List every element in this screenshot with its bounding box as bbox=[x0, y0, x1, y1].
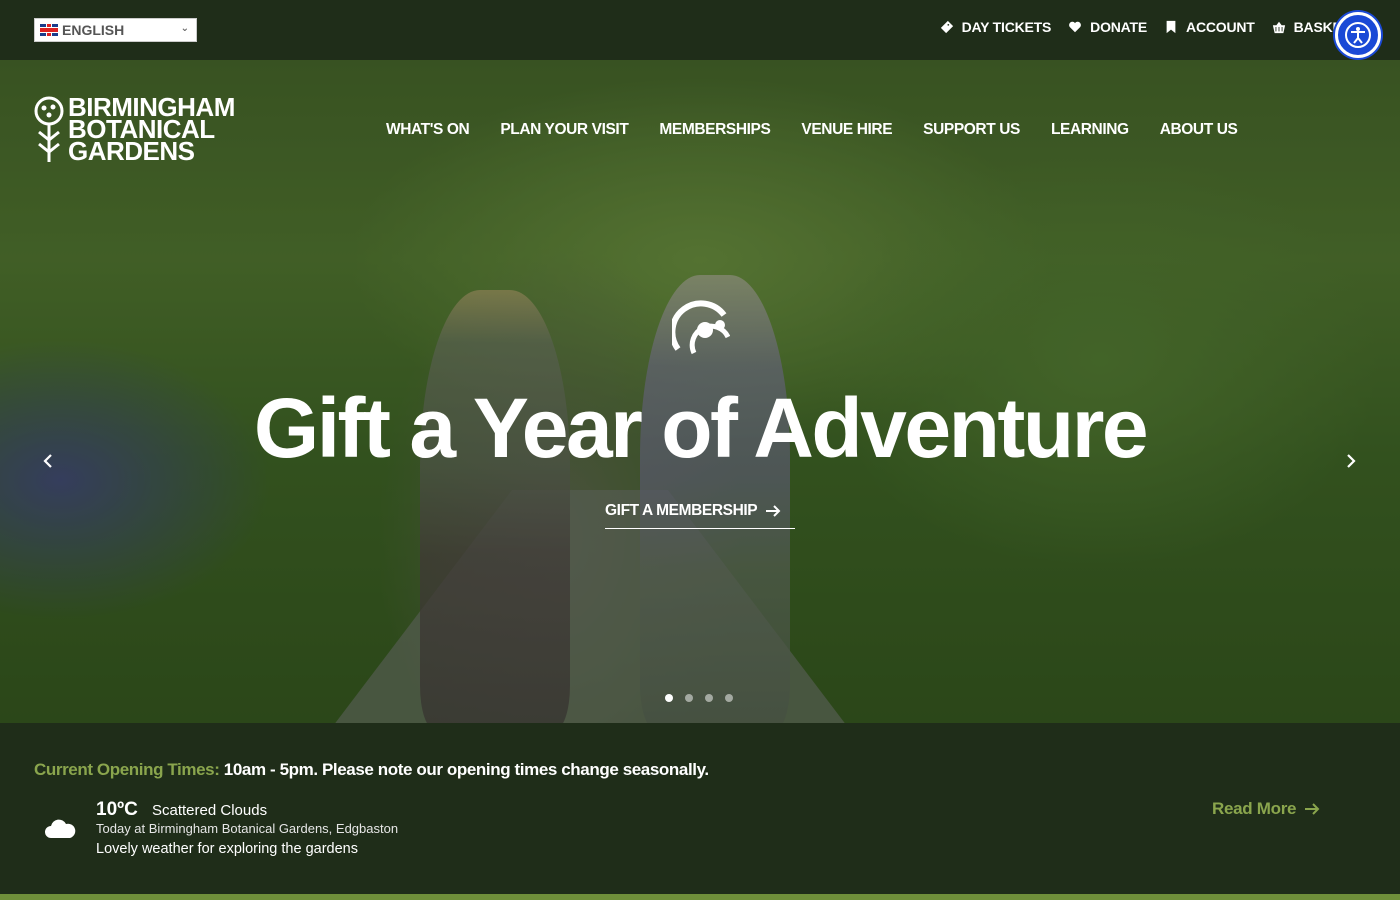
account-label: ACCOUNT bbox=[1186, 19, 1255, 35]
gift-membership-label: GIFT A MEMBERSHIP bbox=[605, 502, 758, 519]
arrow-right-icon bbox=[766, 505, 781, 517]
day-tickets-label: DAY TICKETS bbox=[961, 19, 1052, 35]
opening-times: Current Opening Times: 10am - 5pm. Pleas… bbox=[34, 760, 709, 780]
language-selector[interactable]: ENGLISH ⌄ bbox=[34, 18, 197, 42]
account-link[interactable]: ACCOUNT bbox=[1164, 19, 1255, 35]
utility-links: DAY TICKETS DONATE ACCOUNT BASKET bbox=[923, 19, 1350, 35]
bookmark-icon bbox=[1166, 20, 1176, 34]
day-tickets-link[interactable]: DAY TICKETS bbox=[940, 19, 1052, 35]
nav-whats-on[interactable]: WHAT'S ON bbox=[386, 121, 470, 139]
opening-times-label: Current Opening Times: bbox=[34, 760, 220, 779]
opening-times-value: 10am - 5pm. Please note our opening time… bbox=[223, 760, 709, 779]
carousel-dot-4[interactable] bbox=[725, 694, 733, 702]
donate-link[interactable]: DONATE bbox=[1068, 19, 1147, 35]
nav-support-us[interactable]: SUPPORT US bbox=[923, 121, 1020, 139]
logo-wordmark: BIRMINGHAM BOTANICAL GARDENS bbox=[68, 94, 235, 164]
heart-icon bbox=[1069, 21, 1082, 33]
hero-headline: Gift a Year of Adventure bbox=[253, 381, 1149, 475]
top-bar: ENGLISH ⌄ DAY TICKETS DONATE ACCOUNT BAS… bbox=[0, 0, 1400, 60]
uk-flag-icon bbox=[40, 24, 58, 36]
carousel-dot-2[interactable] bbox=[685, 694, 693, 702]
carousel-dot-3[interactable] bbox=[705, 694, 713, 702]
nav-about-us[interactable]: ABOUT US bbox=[1160, 121, 1238, 139]
cloud-icon bbox=[45, 819, 76, 838]
weather-note: Lovely weather for exploring the gardens bbox=[96, 841, 358, 857]
basket-icon bbox=[1272, 21, 1285, 34]
chevron-left-icon bbox=[43, 454, 52, 468]
nav-venue-hire[interactable]: VENUE HIRE bbox=[801, 121, 892, 139]
ticket-icon bbox=[940, 20, 953, 34]
membership-badge-icon bbox=[672, 300, 730, 355]
accessibility-button[interactable] bbox=[1335, 12, 1381, 58]
donate-label: DONATE bbox=[1090, 19, 1148, 35]
carousel-next-button[interactable] bbox=[1339, 449, 1363, 473]
weather-temperature: 10ºC bbox=[96, 799, 138, 820]
accessibility-icon bbox=[1345, 22, 1371, 48]
carousel-dot-1[interactable] bbox=[665, 694, 673, 702]
read-more-label: Read More bbox=[1212, 799, 1297, 818]
nav-plan-your-visit[interactable]: PLAN YOUR VISIT bbox=[500, 121, 628, 139]
gift-membership-button[interactable]: GIFT A MEMBERSHIP bbox=[605, 502, 795, 529]
nav-memberships[interactable]: MEMBERSHIPS bbox=[659, 121, 770, 139]
carousel-pagination bbox=[665, 694, 733, 702]
read-more-link[interactable]: Read More bbox=[1212, 799, 1320, 819]
weather-location: Today at Birmingham Botanical Gardens, E… bbox=[96, 821, 399, 836]
nav-learning[interactable]: LEARNING bbox=[1051, 121, 1129, 139]
language-label: ENGLISH bbox=[62, 22, 125, 38]
arrow-right-icon bbox=[1305, 803, 1320, 815]
info-band: Current Opening Times: 10am - 5pm. Pleas… bbox=[0, 723, 1400, 894]
chevron-right-icon bbox=[1347, 454, 1356, 468]
botanical-logo-icon bbox=[34, 96, 64, 162]
bottom-accent-strip bbox=[0, 894, 1400, 900]
chevron-down-icon: ⌄ bbox=[180, 23, 189, 34]
site-logo[interactable]: BIRMINGHAM BOTANICAL GARDENS bbox=[34, 94, 235, 164]
weather-condition: Scattered Clouds bbox=[152, 802, 268, 819]
carousel-prev-button[interactable] bbox=[36, 449, 60, 473]
main-navigation: WHAT'S ON PLAN YOUR VISIT MEMBERSHIPS VE… bbox=[386, 121, 1238, 139]
